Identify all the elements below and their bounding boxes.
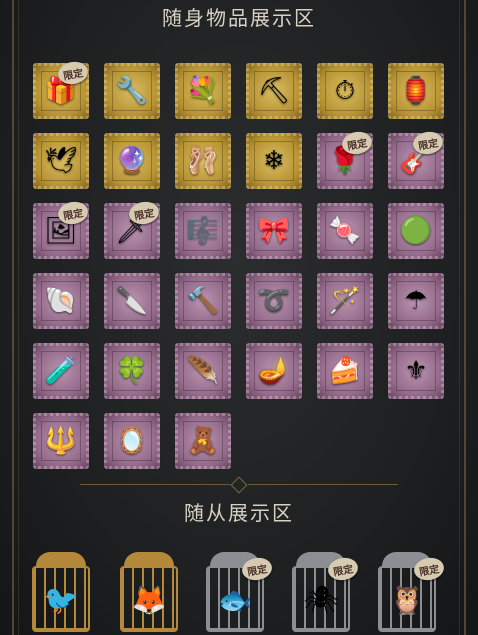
pet-cage[interactable]: 🐟 限定 bbox=[204, 552, 274, 632]
left-frame-border bbox=[12, 0, 14, 635]
pet-cage[interactable]: 🐦 bbox=[30, 552, 92, 632]
item-stamp[interactable]: 🟢 bbox=[388, 203, 444, 259]
item-stamp[interactable]: 🎸 限定 bbox=[388, 129, 445, 189]
item-stamp[interactable]: 🍰 bbox=[317, 343, 373, 399]
blue-bird-icon: 🕊 bbox=[44, 146, 78, 176]
item-stamp[interactable]: ⏱ bbox=[317, 63, 373, 119]
spider-pet-icon: 🕷 bbox=[303, 583, 339, 617]
item-stamp[interactable]: 🐚 bbox=[33, 273, 89, 329]
item-stamp[interactable]: 🩰 bbox=[175, 133, 231, 189]
item-stamp[interactable]: 🔨 bbox=[175, 273, 231, 329]
item-stamp[interactable]: 🎼 bbox=[175, 203, 231, 259]
cake-icon: 🍰 bbox=[328, 356, 362, 386]
music-box-icon: 🎼 bbox=[186, 216, 220, 246]
white-bow-icon: 🎀 bbox=[257, 216, 291, 246]
item-stamp[interactable]: 🎀 bbox=[246, 203, 302, 259]
item-stamp[interactable]: ☂ bbox=[388, 273, 444, 329]
ornate-staff-icon: ⚜ bbox=[404, 356, 428, 386]
item-stamp[interactable]: ⛏ bbox=[246, 63, 302, 119]
candy-icon: 🍬 bbox=[328, 216, 362, 246]
item-stamp[interactable]: 🔮 bbox=[104, 133, 160, 189]
item-stamp[interactable]: 🔱 bbox=[33, 413, 89, 469]
crystal-wand-icon: 🔮 bbox=[115, 146, 149, 176]
owl-pet-icon: 🦉 bbox=[389, 583, 425, 617]
item-stamp[interactable]: 🪶 bbox=[175, 343, 231, 399]
lantern-icon: 🏮 bbox=[399, 76, 433, 106]
item-stamp[interactable]: 🧪 bbox=[33, 343, 89, 399]
section-divider bbox=[0, 476, 478, 494]
seashell-icon: 🐚 bbox=[44, 286, 78, 316]
item-stamp[interactable]: ❄ bbox=[246, 133, 302, 189]
pets-section-title: 随从展示区 bbox=[184, 501, 294, 525]
umbrella-icon: ☂ bbox=[404, 286, 428, 316]
item-stamp[interactable]: 🔪 bbox=[104, 273, 160, 329]
crow-pet-icon: 🐦 bbox=[43, 583, 79, 617]
pocket-watch-icon: ⏱ bbox=[334, 76, 356, 106]
scythe-icon: ⛏ bbox=[257, 76, 291, 106]
item-stamp[interactable]: 💐 bbox=[175, 63, 231, 119]
clover-amulet-icon: 🍀 bbox=[115, 356, 149, 386]
divider-line-right bbox=[248, 484, 398, 485]
fish-pet-icon: 🐟 bbox=[217, 583, 253, 617]
magic-lamp-icon: 🪔 bbox=[257, 356, 291, 386]
right-frame-border bbox=[464, 0, 466, 635]
hammer-icon: 🔨 bbox=[186, 286, 220, 316]
trident-icon: 🔱 bbox=[44, 426, 78, 456]
item-stamp[interactable]: 🎁 限定 bbox=[33, 59, 90, 119]
green-orb-icon: 🟢 bbox=[399, 216, 433, 246]
divider-diamond-icon bbox=[230, 476, 248, 494]
ballerina-icon: 🩰 bbox=[186, 146, 220, 176]
item-stamp[interactable]: 🏮 bbox=[388, 63, 444, 119]
item-stamp[interactable]: 🪄 bbox=[317, 273, 373, 329]
item-stamp[interactable]: 🌹 限定 bbox=[317, 129, 374, 189]
item-stamp[interactable]: 🍀 bbox=[104, 343, 160, 399]
divider-line-left bbox=[80, 484, 230, 485]
items-section-title: 随身物品展示区 bbox=[162, 6, 316, 30]
item-stamp[interactable]: 🔧 bbox=[104, 63, 160, 119]
ice-crystal-icon: ❄ bbox=[263, 146, 285, 176]
item-stamp[interactable]: 🪔 bbox=[246, 343, 302, 399]
pet-cage[interactable]: 🕷 限定 bbox=[290, 552, 360, 632]
item-stamp[interactable]: ⚜ bbox=[388, 343, 444, 399]
white-fox-pet-icon: 🦊 bbox=[131, 583, 167, 617]
item-stamp[interactable]: 🪞 bbox=[104, 413, 160, 469]
whip-icon: ➰ bbox=[257, 286, 291, 316]
pet-cage[interactable]: 🦊 bbox=[118, 552, 180, 632]
item-stamp[interactable]: 🧸 bbox=[175, 413, 231, 469]
item-stamp[interactable]: 🍬 bbox=[317, 203, 373, 259]
left-frame-inner-border bbox=[18, 0, 19, 635]
feather-quill-icon: 🪶 bbox=[186, 356, 220, 386]
item-stamp[interactable]: ➰ bbox=[246, 273, 302, 329]
dark-blade-icon: 🔪 bbox=[115, 286, 149, 316]
flower-bouquet-icon: 💐 bbox=[186, 76, 220, 106]
item-stamp[interactable]: 🖼 限定 bbox=[33, 199, 90, 259]
item-stamp[interactable]: 🕊 bbox=[33, 133, 89, 189]
potion-bottle-icon: 🧪 bbox=[44, 356, 78, 386]
wrench-rose-icon: 🔧 bbox=[115, 76, 149, 106]
doll-icon: 🧸 bbox=[186, 426, 220, 456]
pet-cage[interactable]: 🦉 限定 bbox=[376, 552, 446, 632]
scepter-icon: 🪄 bbox=[328, 286, 362, 316]
hand-mirror-icon: 🪞 bbox=[115, 426, 149, 456]
item-stamp[interactable]: 🗡 限定 bbox=[104, 199, 161, 259]
right-frame-inner-border bbox=[459, 0, 460, 635]
